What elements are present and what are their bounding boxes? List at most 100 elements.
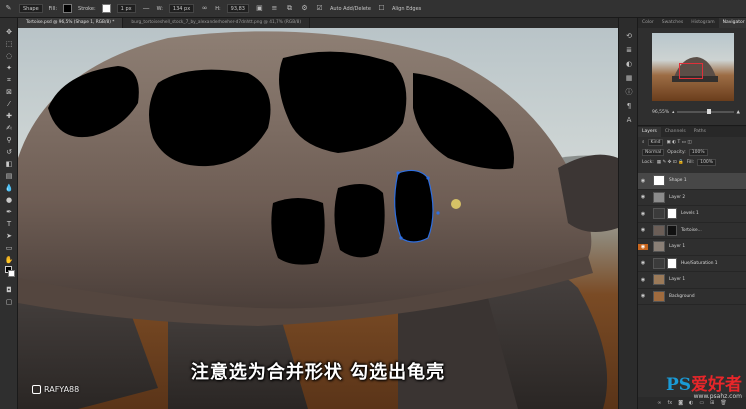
tab-paths[interactable]: Paths [690,127,710,137]
layer-row[interactable]: ◉ Background [638,289,746,305]
history-brush-tool-icon[interactable]: ↺ [4,148,14,157]
layer-row[interactable]: ◉ Layer 2 [638,190,746,206]
zoom-slider[interactable] [677,109,734,114]
link-layers-icon[interactable]: ∞ [657,400,661,406]
properties-icon[interactable]: ≣ [625,46,633,54]
visibility-eye-icon[interactable]: ◉ [638,277,648,283]
marquee-tool-icon[interactable]: ⬚ [4,40,14,49]
clone-stamp-tool-icon[interactable]: ⚲ [4,136,14,145]
add-mask-icon[interactable]: ◙ [678,400,683,406]
adjustments-icon[interactable]: ◐ [625,60,633,68]
path-selection-tool-icon[interactable]: ➤ [4,232,14,241]
layer-name: Background [669,293,695,299]
blend-mode-select[interactable]: Normal [642,148,665,156]
zoom-slider-knob[interactable] [706,109,711,114]
channel-logo-icon [32,385,41,394]
layer-row[interactable]: ◉ Shape 1 [638,173,746,190]
visibility-eye-icon[interactable]: ◉ [638,227,648,233]
screen-mode-icon[interactable]: ▢ [4,298,14,307]
stroke-width-field[interactable]: 1 px [116,4,136,13]
dodge-tool-icon[interactable]: ● [4,196,14,205]
auto-add-delete-label[interactable]: Auto Add/Delete [330,6,371,12]
visibility-eye-icon[interactable]: ◉ [638,194,648,200]
visibility-eye-icon[interactable]: ◉ [638,178,648,184]
tab-swatches[interactable]: Swatches [658,18,688,28]
checkbox-icon[interactable]: ☐ [377,4,386,13]
fill-field[interactable]: 100% [697,158,717,166]
zoom-in-icon[interactable]: ▲ [737,110,740,115]
character-icon[interactable]: A [625,116,633,124]
crop-tool-icon[interactable]: ⌗ [4,76,14,85]
tab-tortoise-psd[interactable]: Tortoise.psd @ 96,5% (Shape 1, RGB/8) * [18,18,124,28]
libraries-icon[interactable]: ▦ [625,74,633,82]
new-layer-icon[interactable]: ⊞ [710,400,714,406]
opacity-field[interactable]: 100% [688,148,708,156]
height-field[interactable]: 93,83 [226,4,249,13]
eyedropper-tool-icon[interactable]: ⁄ [4,100,14,109]
align-edges-label[interactable]: Align Edges [392,6,421,12]
layer-thumbnail [653,274,665,286]
pen-tool-icon[interactable]: ✒ [4,208,14,217]
visibility-eye-icon[interactable]: ◉ [638,260,648,266]
move-tool-icon[interactable]: ✥ [4,28,14,37]
fx-icon[interactable]: fx [667,400,672,406]
brush-tool-icon[interactable]: ✍ [4,124,14,133]
tab-stock-image[interactable]: burg_tortoiseshell_stock_7_by_alexanderh… [123,18,311,28]
history-icon[interactable]: ⟲ [625,32,633,40]
layer-row[interactable]: ◉ Hue/Saturation 1 [638,256,746,272]
layer-row[interactable]: ◉ Layer 1 [638,272,746,289]
filter-icons[interactable]: ▣ ◐ T ▭ ◫ [666,140,691,145]
blur-tool-icon[interactable]: 💧 [4,184,14,193]
type-tool-icon[interactable]: T [4,220,14,229]
tab-histogram[interactable]: Histogram [687,18,718,28]
healing-brush-tool-icon[interactable]: ✚ [4,112,14,121]
visibility-eye-icon[interactable]: ◉ [638,243,648,250]
new-adjustment-icon[interactable]: ◐ [689,400,693,406]
height-label: H: [215,5,221,12]
search-icon: ⌕ [642,140,645,145]
zoom-out-icon[interactable]: ▴ [672,110,674,115]
lock-icons[interactable]: ▦ ✎ ✥ ⊡ 🔒 [657,160,684,165]
quick-select-tool-icon[interactable]: ✦ [4,64,14,73]
lasso-tool-icon[interactable]: ◌ [4,52,14,61]
eraser-tool-icon[interactable]: ◧ [4,160,14,169]
tab-color[interactable]: Color [638,18,658,28]
navigator-view-box[interactable] [679,63,703,79]
path-arrangement-icon[interactable]: ⧉ [285,4,294,13]
filter-kind-select[interactable]: Kind [647,138,664,146]
info-icon[interactable]: ⓘ [625,88,633,96]
link-icon[interactable]: ∞ [200,4,209,13]
navigator-tabs: Color Swatches Histogram Navigator [638,18,746,28]
tool-mode-select[interactable]: Shape [19,4,43,13]
gradient-tool-icon[interactable]: ▤ [4,172,14,181]
visibility-eye-icon[interactable]: ◉ [638,211,648,217]
paragraph-icon[interactable]: ¶ [625,102,633,110]
shape-tool-icon[interactable]: ▭ [4,244,14,253]
stroke-swatch[interactable] [101,4,111,13]
pen-tool-icon[interactable]: ✎ [4,4,13,13]
fill-swatch[interactable] [63,4,73,13]
visibility-eye-icon[interactable]: ◉ [638,293,648,299]
settings-gear-icon[interactable]: ⚙ [300,4,309,13]
tab-channels[interactable]: Channels [661,127,690,137]
layer-row[interactable]: ◉ Layer 1 [638,239,746,256]
quick-mask-icon[interactable]: ◘ [4,286,14,295]
path-alignment-icon[interactable]: ≡ [270,4,279,13]
checkbox-icon[interactable]: ☑ [315,4,324,13]
hand-tool-icon[interactable]: ✋ [4,256,14,265]
stroke-type-icon[interactable]: — [142,4,151,13]
trash-icon[interactable]: 🗑 [720,400,726,406]
frame-tool-icon[interactable]: ⊠ [4,88,14,97]
navigator-thumbnail[interactable] [652,33,734,101]
document-canvas[interactable]: 注意选为合并形状 勾选出龟壳 RAFYA88 [18,28,618,409]
background-color-swatch[interactable] [8,270,15,277]
path-operations-icon[interactable]: ▣ [255,4,264,13]
layer-row[interactable]: ◉ Tortoise... [638,223,746,239]
new-group-icon[interactable]: ▭ [699,400,704,406]
width-field[interactable]: 134 px [168,4,195,13]
zoom-value[interactable]: 96,55% [652,110,669,115]
layer-row[interactable]: ◉ Levels 1 [638,206,746,223]
tab-layers[interactable]: Layers [638,127,661,137]
layers-tabs: Layers Channels Paths [638,127,746,137]
tab-navigator[interactable]: Navigator [718,18,746,28]
